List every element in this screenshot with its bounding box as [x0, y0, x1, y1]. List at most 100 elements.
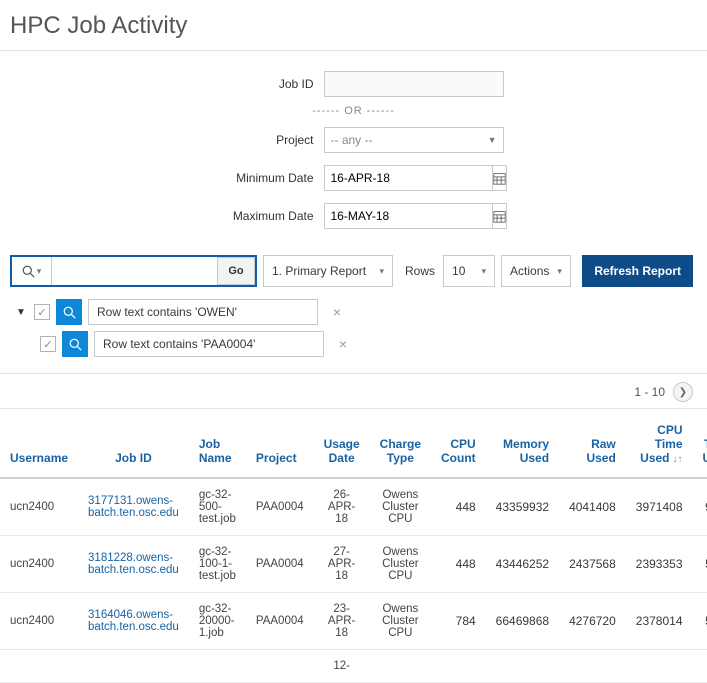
- col-project[interactable]: Project: [246, 409, 314, 478]
- next-page-button[interactable]: ❯: [673, 382, 693, 402]
- report-selected-value: 1. Primary Report: [272, 264, 366, 278]
- cell-memory-used: 66469868: [486, 593, 559, 650]
- cell-project: PAA0004: [246, 536, 314, 593]
- go-button[interactable]: Go: [217, 257, 255, 285]
- cell-wall-time-used: [693, 650, 707, 683]
- project-selected-value: -- any --: [331, 133, 373, 147]
- cell-cpu-time-used: [626, 650, 693, 683]
- results-table: Username Job ID Job Name Project Usage D…: [0, 409, 707, 683]
- close-icon: ×: [339, 336, 347, 352]
- col-memory-used[interactable]: Memory Used: [486, 409, 559, 478]
- job-id-input[interactable]: [324, 71, 504, 97]
- cell-cpu-time-used: 2393353: [626, 536, 693, 593]
- label-job-id: Job ID: [204, 77, 324, 91]
- search-group: ▾ Go: [10, 255, 257, 287]
- filter-chip-text[interactable]: Row text contains 'OWEN': [88, 299, 318, 325]
- filter-checkbox[interactable]: ✓: [34, 304, 50, 320]
- cell-memory-used: [486, 650, 559, 683]
- cell-charge-type: [370, 650, 431, 683]
- rows-selected-value: 10: [452, 264, 465, 278]
- chevron-right-icon: ❯: [679, 387, 687, 398]
- calendar-icon: [493, 210, 506, 223]
- max-date-calendar-button[interactable]: [492, 203, 507, 229]
- cell-usage-date: 12-: [314, 650, 370, 683]
- toolbar: ▾ Go 1. Primary Report ▾ Rows 10 ▾ Actio…: [0, 249, 707, 297]
- sort-desc-icon: ↓↑: [673, 454, 683, 465]
- search-icon: [63, 306, 76, 319]
- cell-usage-date: 26-APR-18: [314, 478, 370, 536]
- project-select[interactable]: -- any -- ▼: [324, 127, 504, 153]
- close-icon: ×: [333, 304, 341, 320]
- cell-raw-used: [559, 650, 626, 683]
- rows-label: Rows: [399, 264, 437, 278]
- filter-remove-button[interactable]: ×: [324, 299, 350, 325]
- cell-job-name: [189, 650, 246, 683]
- cell-job-name: gc-32-20000-1.job: [189, 593, 246, 650]
- cell-cpu-time-used: 3971408: [626, 478, 693, 536]
- cell-wall-time-used: 9021: [693, 478, 707, 536]
- col-raw-used[interactable]: Raw Used: [559, 409, 626, 478]
- min-date-input[interactable]: [324, 165, 492, 191]
- col-cpu-time-used[interactable]: CPU Time Used↓↑: [626, 409, 693, 478]
- report-select[interactable]: 1. Primary Report ▾: [263, 255, 393, 287]
- filter-form: Job ID ------ OR ------ Project -- any -…: [0, 61, 707, 249]
- max-date-input[interactable]: [324, 203, 492, 229]
- check-icon: ✓: [37, 306, 46, 319]
- col-wall-time-used[interactable]: Wall Time Used: [693, 409, 707, 478]
- label-min-date: Minimum Date: [204, 171, 324, 185]
- cell-wall-time-used: 5455: [693, 593, 707, 650]
- page-title: HPC Job Activity: [0, 0, 707, 50]
- cell-usage-date: 27-APR-18: [314, 536, 370, 593]
- col-job-name[interactable]: Job Name: [189, 409, 246, 478]
- cell-project: PAA0004: [246, 593, 314, 650]
- filter-chip-text[interactable]: Row text contains 'PAA0004': [94, 331, 324, 357]
- cell-memory-used: 43359932: [486, 478, 559, 536]
- chevron-down-icon: ▾: [481, 266, 486, 277]
- col-cpu-count[interactable]: CPU Count: [431, 409, 486, 478]
- chevron-down-icon: ▼: [488, 135, 497, 145]
- cell-cpu-count: 448: [431, 478, 486, 536]
- cell-cpu-time-used: 2378014: [626, 593, 693, 650]
- expand-toggle[interactable]: ▼: [14, 305, 28, 319]
- search-icon: [69, 338, 82, 351]
- cell-wall-time-used: 5441: [693, 536, 707, 593]
- chevron-down-icon: ▾: [379, 266, 384, 277]
- search-input[interactable]: [52, 257, 217, 285]
- title-divider: [0, 50, 707, 51]
- col-usage-date[interactable]: Usage Date: [314, 409, 370, 478]
- active-filters: ▼ ✓ Row text contains 'OWEN' × ✓ Row tex…: [0, 297, 707, 374]
- col-charge-type[interactable]: Charge Type: [370, 409, 431, 478]
- cell-memory-used: 43446252: [486, 536, 559, 593]
- filter-search-button[interactable]: [56, 299, 82, 325]
- filter-search-button[interactable]: [62, 331, 88, 357]
- rows-select[interactable]: 10 ▾: [443, 255, 495, 287]
- cell-charge-type: Owens Cluster CPU: [370, 478, 431, 536]
- cell-cpu-count: 448: [431, 536, 486, 593]
- cell-cpu-count: 784: [431, 593, 486, 650]
- chevron-down-icon: ▾: [557, 266, 562, 277]
- filter-checkbox[interactable]: ✓: [40, 336, 56, 352]
- actions-menu[interactable]: Actions ▾: [501, 255, 571, 287]
- job-id-link[interactable]: 3177131.owens-batch.ten.osc.edu: [88, 495, 179, 519]
- cell-username: ucn2400: [0, 593, 78, 650]
- cell-usage-date: 23-APR-18: [314, 593, 370, 650]
- cell-charge-type: Owens Cluster CPU: [370, 593, 431, 650]
- refresh-report-button[interactable]: Refresh Report: [582, 255, 693, 287]
- filter-chip-row: ▼ ✓ Row text contains 'OWEN' ×: [14, 299, 697, 325]
- cell-project: PAA0004: [246, 478, 314, 536]
- check-icon: ✓: [43, 338, 52, 351]
- chevron-down-icon: ▾: [37, 266, 42, 277]
- filter-remove-button[interactable]: ×: [330, 331, 356, 357]
- cell-job-id: 3177131.owens-batch.ten.osc.edu: [78, 478, 189, 536]
- table-row: ucn24003181228.owens-batch.ten.osc.edugc…: [0, 536, 707, 593]
- col-username[interactable]: Username: [0, 409, 78, 478]
- col-job-id[interactable]: Job ID: [78, 409, 189, 478]
- cell-charge-type: Owens Cluster CPU: [370, 536, 431, 593]
- search-column-dropdown[interactable]: ▾: [12, 257, 52, 285]
- min-date-calendar-button[interactable]: [492, 165, 507, 191]
- cell-cpu-count: [431, 650, 486, 683]
- pagination: 1 - 10 ❯: [0, 374, 707, 408]
- job-id-link[interactable]: 3181228.owens-batch.ten.osc.edu: [88, 552, 179, 576]
- actions-label: Actions: [510, 264, 549, 278]
- job-id-link[interactable]: 3164046.owens-batch.ten.osc.edu: [88, 609, 179, 633]
